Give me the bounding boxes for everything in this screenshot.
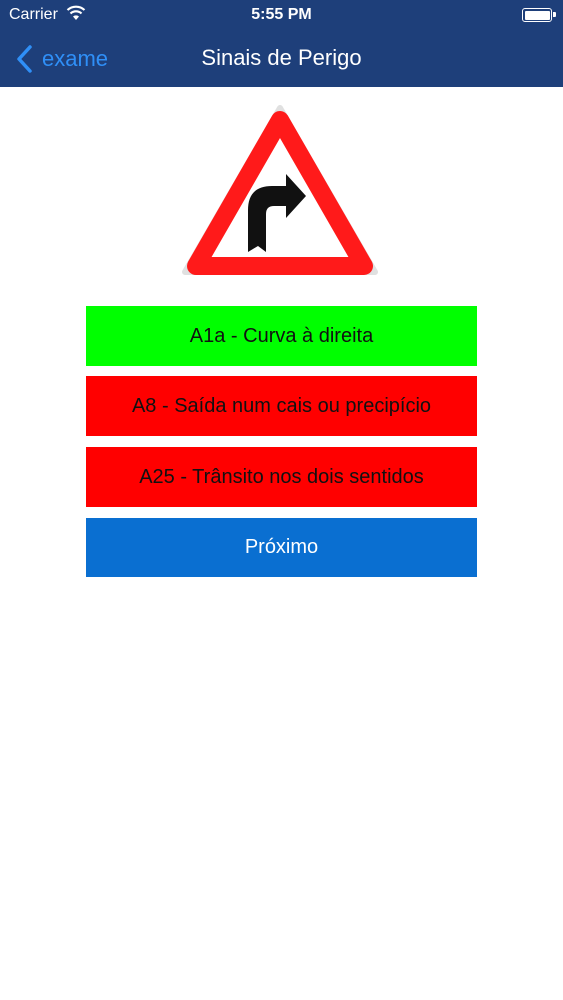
answer-option-2[interactable]: A8 - Saída num cais ou precipício [86, 376, 477, 436]
answer-option-label: A25 - Trânsito nos dois sentidos [139, 465, 424, 488]
status-bar: Carrier 5:55 PM [0, 0, 563, 30]
navigation-bar: exame Sinais de Perigo [0, 30, 563, 87]
answer-option-3[interactable]: A25 - Trânsito nos dois sentidos [86, 447, 477, 507]
answer-option-label: A1a - Curva à direita [189, 324, 374, 347]
answer-option-label: A8 - Saída num cais ou precipício [131, 394, 432, 417]
answer-option-1[interactable]: A1a - Curva à direita [86, 306, 477, 366]
page-title: Sinais de Perigo [201, 45, 362, 70]
next-button-label: Próximo [244, 536, 319, 558]
next-button[interactable]: Próximo [86, 518, 477, 577]
status-time: 5:55 PM [251, 6, 312, 23]
right-curve-warning-sign [182, 105, 378, 275]
battery-icon [522, 8, 556, 22]
